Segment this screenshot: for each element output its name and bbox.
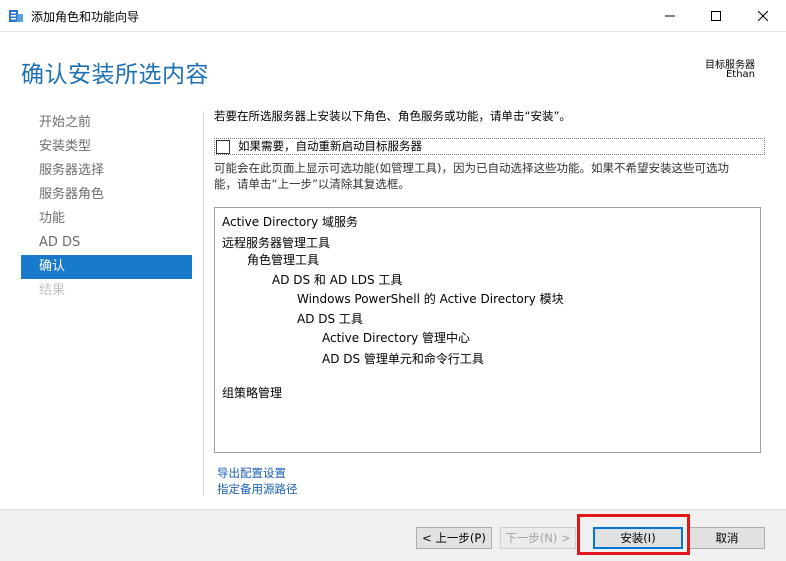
list-item: Windows PowerShell 的 Active Directory 模块 <box>297 292 564 306</box>
alternate-source-link[interactable]: 指定备用源路径 <box>217 481 298 497</box>
window-title: 添加角色和功能向导 <box>31 10 140 24</box>
maximize-icon <box>711 10 721 21</box>
nav-item-before-you-begin[interactable]: 开始之前 <box>21 111 192 135</box>
title-divider <box>0 31 786 32</box>
note-line-2: 能，请单击“上一步”以清除其复选框。 <box>214 177 410 191</box>
maximize-button[interactable] <box>693 0 739 31</box>
minimize-button[interactable] <box>647 0 693 31</box>
intro-text: 若要在所选服务器上安装以下角色、角色服务或功能，请单击“安装”。 <box>214 109 571 123</box>
note-line-1: 可能会在此页面上显示可选功能(如管理工具)，因为已自动选择这些功能。如果不希望安… <box>214 161 729 175</box>
restart-checkbox[interactable] <box>216 140 230 154</box>
close-icon <box>758 10 768 21</box>
features-list[interactable]: Active Directory 域服务 远程服务器管理工具 角色管理工具 AD… <box>214 207 761 453</box>
nav-item-server-roles[interactable]: 服务器角色 <box>21 183 192 207</box>
page-title: 确认安装所选内容 <box>21 62 209 88</box>
nav-item-installation-type[interactable]: 安装类型 <box>21 135 192 159</box>
minimize-icon <box>665 15 675 16</box>
nav-item-results: 结果 <box>39 283 66 298</box>
list-item: AD DS 和 AD LDS 工具 <box>272 273 403 287</box>
restart-checkbox-label[interactable]: 如果需要，自动重新启动目标服务器 <box>238 139 422 154</box>
nav-item-server-selection[interactable]: 服务器选择 <box>21 159 192 183</box>
list-item: AD DS 管理单元和命令行工具 <box>322 352 484 366</box>
list-item: Active Directory 管理中心 <box>322 331 471 345</box>
export-config-link[interactable]: 导出配置设置 <box>217 465 286 481</box>
install-highlight-box <box>577 514 690 555</box>
restart-option[interactable]: 如果需要，自动重新启动目标服务器 <box>214 138 765 155</box>
list-item: AD DS 工具 <box>297 312 363 326</box>
cancel-button[interactable]: 取消 <box>689 527 765 549</box>
server-manager-icon <box>8 8 24 22</box>
previous-button[interactable]: < 上一步(P) <box>416 527 492 549</box>
next-button: 下一步(N) > <box>500 527 576 549</box>
target-server-name: Ethan <box>725 69 755 80</box>
nav-divider <box>203 111 204 495</box>
nav-item-features[interactable]: 功能 <box>21 207 192 231</box>
optional-features-note: 可能会在此页面上显示可选功能(如管理工具)，因为已自动选择这些功能。如果不希望安… <box>214 160 759 192</box>
close-button[interactable] <box>740 0 786 31</box>
list-item: Active Directory 域服务 <box>222 215 359 229</box>
list-item: 远程服务器管理工具 <box>222 236 331 250</box>
title-bar: 添加角色和功能向导 <box>0 0 786 31</box>
nav-item-ad-ds[interactable]: AD DS <box>21 231 192 255</box>
list-item: 角色管理工具 <box>247 253 320 267</box>
wizard-nav: 开始之前 安装类型 服务器选择 服务器角色 功能 AD DS 确认 结果 <box>21 111 192 303</box>
list-item: 组策略管理 <box>222 386 283 400</box>
nav-item-confirmation[interactable]: 确认 <box>21 255 192 279</box>
